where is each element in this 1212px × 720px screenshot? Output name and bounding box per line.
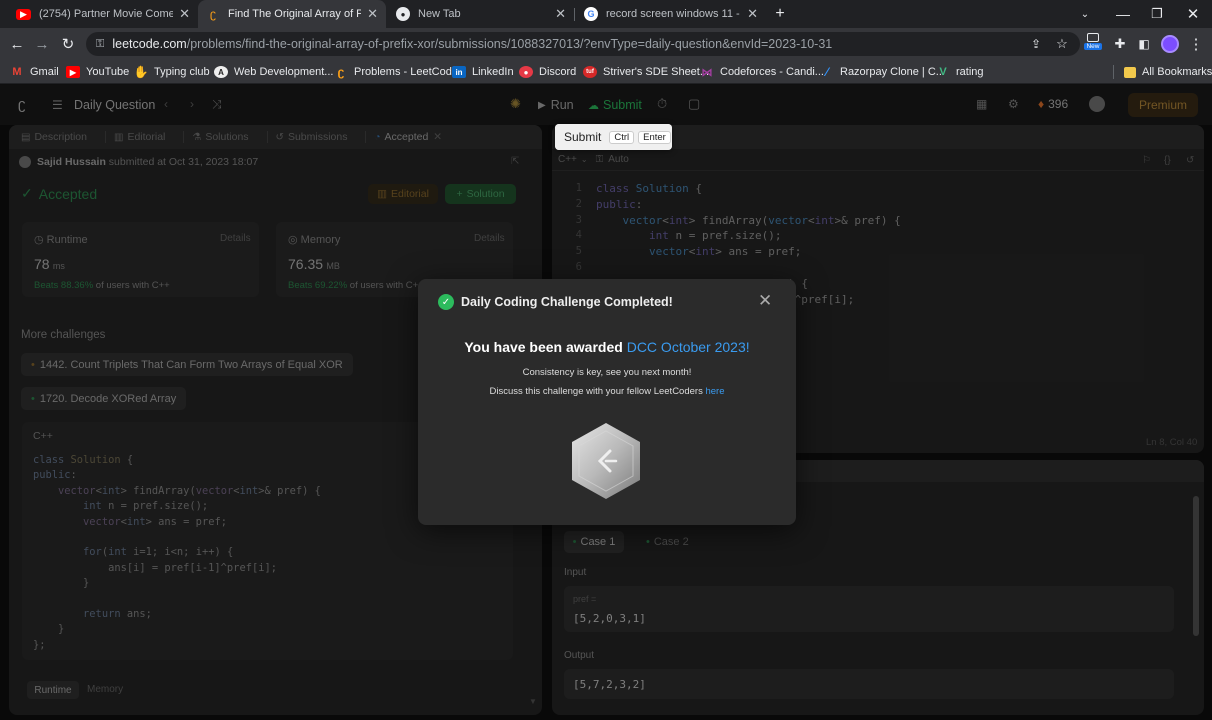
- linkedin-icon: in: [452, 66, 466, 78]
- back-arrow-icon[interactable]: ←: [5, 28, 29, 60]
- bookmark-linkedin[interactable]: in LinkedIn: [452, 60, 514, 84]
- close-tab-icon[interactable]: ✕: [747, 6, 758, 22]
- bookmark-label: Problems - LeetCode: [354, 66, 458, 78]
- tooltip-label: Submit: [564, 130, 602, 144]
- youtube-icon: ▶: [16, 8, 31, 20]
- new-badge: New: [1084, 43, 1102, 50]
- gmail-icon: M: [12, 66, 22, 78]
- bookmark-label: Codeforces - Candi...: [720, 66, 824, 78]
- site-info-icon[interactable]: ⚿: [96, 38, 104, 51]
- forward-arrow-icon[interactable]: →: [30, 28, 54, 60]
- close-tab-icon[interactable]: ✕: [555, 6, 566, 22]
- bookmark-leetcode[interactable]: ʗ Problems - LeetCode: [334, 60, 458, 84]
- modal-close-icon[interactable]: ✕: [758, 291, 772, 311]
- side-panel-icon[interactable]: ◧: [1132, 28, 1156, 60]
- bookmark-label: rating: [956, 66, 984, 78]
- folder-icon: [1124, 66, 1136, 78]
- reload-icon[interactable]: ↻: [56, 28, 80, 60]
- browser-tab-google[interactable]: G record screen windows 11 - Goo ✕: [576, 0, 766, 28]
- bookmark-razorpay[interactable]: ⁄ Razorpay Clone | C...: [820, 60, 945, 84]
- discuss-text: Discuss this challenge with your fellow …: [489, 386, 703, 397]
- codeforces-icon: ⋈: [701, 66, 713, 79]
- tab-divider: [574, 8, 575, 21]
- extensions-puzzle-icon[interactable]: ✚: [1108, 28, 1132, 60]
- browser-tab-youtube[interactable]: ▶ (2754) Partner Movie Comedy S ✕: [8, 0, 198, 28]
- profile-avatar[interactable]: [1161, 35, 1179, 53]
- submit-shortcut-tooltip-overlay: Submit Ctrl Enter: [555, 124, 672, 150]
- bookmark-label: YouTube: [86, 66, 130, 78]
- new-tab-plus-icon[interactable]: +: [770, 4, 790, 24]
- google-icon: G: [584, 7, 598, 21]
- browser-tab-new-tab[interactable]: ● New Tab ✕: [388, 0, 574, 28]
- bookmark-star-icon[interactable]: ☆: [1050, 28, 1074, 60]
- share-icon[interactable]: ⇪: [1024, 28, 1048, 60]
- tab-title: Find The Original Array of Prefix: [228, 8, 362, 20]
- award-prefix: You have been awarded: [464, 339, 623, 355]
- discord-icon: ●: [519, 66, 533, 78]
- bookmark-label: Discord: [539, 66, 577, 78]
- daily-challenge-modal: ✓ Daily Coding Challenge Completed! ✕ Yo…: [418, 279, 796, 525]
- tab-title: (2754) Partner Movie Comedy S: [39, 8, 174, 20]
- leetcode-icon: ʗ: [210, 7, 216, 21]
- bookmark-striver-sde[interactable]: tuf Striver's SDE Sheet...: [583, 60, 709, 84]
- url-host: leetcode.com: [112, 37, 187, 51]
- typingclub-icon: ✋: [133, 65, 149, 79]
- chrome-icon: ●: [396, 7, 410, 21]
- address-bar[interactable]: ⚿ leetcode.com/problems/find-the-origina…: [86, 32, 1080, 56]
- bookmark-label: Typing club: [154, 66, 210, 78]
- all-bookmarks-folder[interactable]: All Bookmarks: [1124, 60, 1212, 84]
- discuss-here-link[interactable]: here: [705, 386, 724, 397]
- bookmark-label: Gmail: [30, 66, 59, 78]
- modal-title: Daily Coding Challenge Completed!: [461, 295, 673, 309]
- bookmark-gmail[interactable]: M Gmail: [10, 60, 59, 84]
- dcc-badge-icon: [572, 423, 640, 499]
- consistency-text: Consistency is key, see you next month!: [522, 367, 692, 378]
- award-name: DCC October 2023!: [626, 339, 750, 355]
- minimize-icon[interactable]: —: [1106, 0, 1140, 28]
- tuf-icon: tuf: [583, 66, 597, 78]
- chrome-menu-icon[interactable]: ⋮: [1184, 28, 1208, 60]
- close-tab-icon[interactable]: ✕: [179, 6, 190, 22]
- bookmark-typing-club[interactable]: ✋ Typing club: [134, 60, 210, 84]
- bookmark-codeforces[interactable]: ⋈ Codeforces - Candi...: [700, 60, 824, 84]
- vue-icon: V: [939, 66, 947, 78]
- award-heading: You have been awarded DCC October 2023!: [418, 339, 796, 355]
- discuss-line: Discuss this challenge with your fellow …: [418, 386, 796, 397]
- web-dev-icon: A: [214, 66, 228, 78]
- razorpay-icon: ⁄: [825, 65, 828, 79]
- bookmarks-divider: [1113, 65, 1114, 79]
- restore-icon[interactable]: ❐: [1140, 0, 1174, 28]
- tab-title: New Tab: [418, 8, 461, 20]
- bookmark-label: Razorpay Clone | C...: [840, 66, 945, 78]
- success-check-icon: ✓: [438, 294, 454, 310]
- kbd-enter: Enter: [638, 130, 671, 144]
- browser-tab-leetcode[interactable]: ʗ Find The Original Array of Prefix ✕: [198, 0, 386, 28]
- bookmark-rating[interactable]: Vrating: [936, 60, 984, 84]
- tab-search-chevron-icon[interactable]: ⌄: [1068, 0, 1102, 28]
- bookmark-label: All Bookmarks: [1142, 66, 1212, 78]
- extension-new-icon[interactable]: New: [1082, 33, 1104, 55]
- bookmark-label: Web Development...: [234, 66, 334, 78]
- window-close-icon[interactable]: ✕: [1176, 0, 1210, 28]
- close-tab-icon[interactable]: ✕: [367, 6, 378, 22]
- bookmark-youtube[interactable]: ▶ YouTube: [66, 60, 129, 84]
- leetcode-icon: ʗ: [337, 65, 345, 79]
- tab-title: record screen windows 11 - Goo: [606, 8, 741, 20]
- youtube-icon: ▶: [66, 66, 80, 78]
- kbd-ctrl: Ctrl: [609, 130, 635, 144]
- bookmark-label: Striver's SDE Sheet...: [603, 66, 710, 78]
- bookmark-discord[interactable]: ● Discord: [519, 60, 576, 84]
- url-path: /problems/find-the-original-array-of-pre…: [186, 37, 833, 51]
- bookmark-web-development[interactable]: A Web Development...: [214, 60, 333, 84]
- bookmark-label: LinkedIn: [472, 66, 514, 78]
